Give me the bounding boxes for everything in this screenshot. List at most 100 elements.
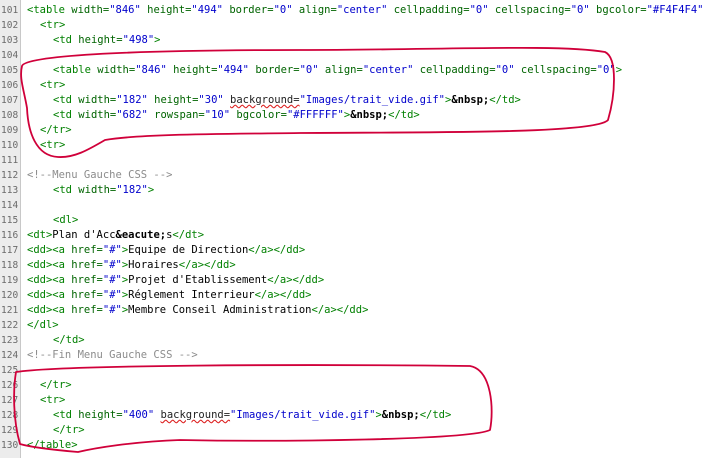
code-token: "0"	[299, 64, 319, 76]
code-token: "30"	[198, 94, 231, 106]
code-line: 127 <tr>	[0, 393, 703, 408]
code-line: 112 <!--Menu Gauche CSS -->	[0, 168, 703, 183]
code-line: 126 </tr>	[0, 378, 703, 393]
code-editor[interactable]: 101 <table width="846" height="494" borde…	[0, 0, 703, 458]
code-text: </table>	[27, 438, 78, 453]
code-token: <dt>	[27, 229, 53, 241]
code-token: href=	[71, 259, 103, 271]
code-token: "400"	[122, 409, 161, 421]
code-text: <td width="682" rowspan="10" bgcolor="#F…	[53, 108, 420, 123]
code-token: Equipe de Direction	[128, 244, 249, 256]
line-number: 101	[1, 5, 19, 16]
line-number: 123	[1, 335, 19, 346]
code-token: <dd><a	[27, 244, 72, 256]
code-token: height=	[166, 64, 218, 76]
code-line: 124 <!--Fin Menu Gauche CSS -->	[0, 348, 703, 363]
code-token: border=	[223, 4, 274, 16]
line-number: 108	[1, 110, 19, 121]
code-text: <td width="182">	[53, 183, 154, 198]
code-token: <td	[53, 409, 79, 421]
line-number: 121	[1, 305, 19, 316]
code-line: 117 <dd><a href="#">Equipe de Direction</…	[0, 243, 703, 258]
code-line: 129 </tr>	[0, 423, 703, 438]
code-token: &eacute;	[115, 229, 167, 241]
line-number: 114	[1, 200, 19, 211]
code-line: 103 <td height="498">	[0, 33, 703, 48]
line-number: 115	[1, 215, 19, 226]
code-token: "#"	[102, 244, 122, 256]
code-line: 107 <td width="182" height="30" backgroun…	[0, 93, 703, 108]
code-token: Plan d'Acc	[52, 229, 116, 241]
code-token: "494"	[217, 64, 249, 76]
code-text: <!--Menu Gauche CSS -->	[27, 168, 172, 183]
code-text: </tr>	[40, 378, 72, 393]
code-token: &nbsp;	[451, 94, 490, 106]
code-text: <tr>	[40, 78, 65, 93]
code-token: "0"	[469, 4, 489, 16]
code-token: </tr>	[53, 424, 85, 436]
code-token: bgcolor=	[230, 109, 287, 121]
line-number: 118	[1, 260, 19, 271]
code-token: >	[615, 64, 623, 76]
code-line: 125	[0, 363, 703, 378]
code-token: </a></dd>	[178, 259, 236, 271]
line-number: 130	[1, 440, 19, 451]
line-number: 106	[1, 80, 19, 91]
code-token: >	[147, 184, 155, 196]
code-text: <table width="846" height="494" border="…	[53, 63, 622, 78]
code-line: 128 <td height="400" background="Images/t…	[0, 408, 703, 423]
code-token: href=	[71, 289, 103, 301]
code-text: <dd><a href="#">Projet d'Etablissement</…	[27, 273, 324, 288]
code-text: <td height="400" background="Images/trai…	[53, 408, 451, 423]
code-token: "#FFFFFF"	[286, 109, 344, 121]
line-number: 111	[1, 155, 19, 166]
code-line: 110 <tr>	[0, 138, 703, 153]
code-token: Réglement Interrieur	[128, 289, 255, 301]
code-token: height=	[78, 34, 123, 46]
line-number: 107	[1, 95, 19, 106]
line-number: 102	[1, 20, 19, 31]
code-text: <!--Fin Menu Gauche CSS -->	[27, 348, 198, 363]
code-token: <td	[53, 184, 79, 196]
code-token: <dd><a	[27, 304, 72, 316]
code-token: Horaires	[128, 259, 179, 271]
code-token: "#"	[102, 304, 122, 316]
code-token: "0"	[495, 64, 515, 76]
code-line: 109 </tr>	[0, 123, 703, 138]
code-line: 119 <dd><a href="#">Projet d'Etablissemen…	[0, 273, 703, 288]
line-number: 113	[1, 185, 19, 196]
code-token: href=	[71, 304, 103, 316]
code-token: height=	[140, 4, 192, 16]
code-token: "Images/trait_vide.gif"	[230, 409, 376, 421]
code-line: 105 <table width="846" height="494" borde…	[0, 63, 703, 78]
code-line: 123 </td>	[0, 333, 703, 348]
code-text: <table width="846" height="494" border="…	[27, 3, 703, 18]
code-token: &nbsp;	[350, 109, 389, 121]
code-token: </table>	[27, 439, 78, 451]
code-token: "846"	[109, 4, 141, 16]
code-token: align=	[292, 4, 337, 16]
code-text: </tr>	[53, 423, 85, 438]
code-text: </td>	[53, 333, 85, 348]
line-number: 125	[1, 365, 19, 376]
code-token: </a></dd>	[311, 304, 369, 316]
code-token: </tr>	[40, 124, 72, 136]
code-token: "0"	[596, 64, 616, 76]
code-token: "182"	[116, 184, 148, 196]
code-token: </td>	[388, 109, 420, 121]
code-token: "#"	[102, 274, 122, 286]
code-token: <tr>	[40, 394, 66, 406]
line-number: 126	[1, 380, 19, 391]
code-token: <td	[53, 94, 79, 106]
code-line: 122 </dl>	[0, 318, 703, 333]
code-token: "10"	[204, 109, 231, 121]
line-number: 109	[1, 125, 19, 136]
code-text: <dl>	[53, 213, 78, 228]
code-line: 121 <dd><a href="#">Membre Conseil Admini…	[0, 303, 703, 318]
line-number: 116	[1, 230, 19, 241]
code-line: 116 <dt>Plan d'Acc&eacute;s</dt>	[0, 228, 703, 243]
code-token: &nbsp;	[381, 409, 420, 421]
code-token: width=	[78, 109, 117, 121]
code-line: 114	[0, 198, 703, 213]
code-token: <tr>	[40, 79, 66, 91]
